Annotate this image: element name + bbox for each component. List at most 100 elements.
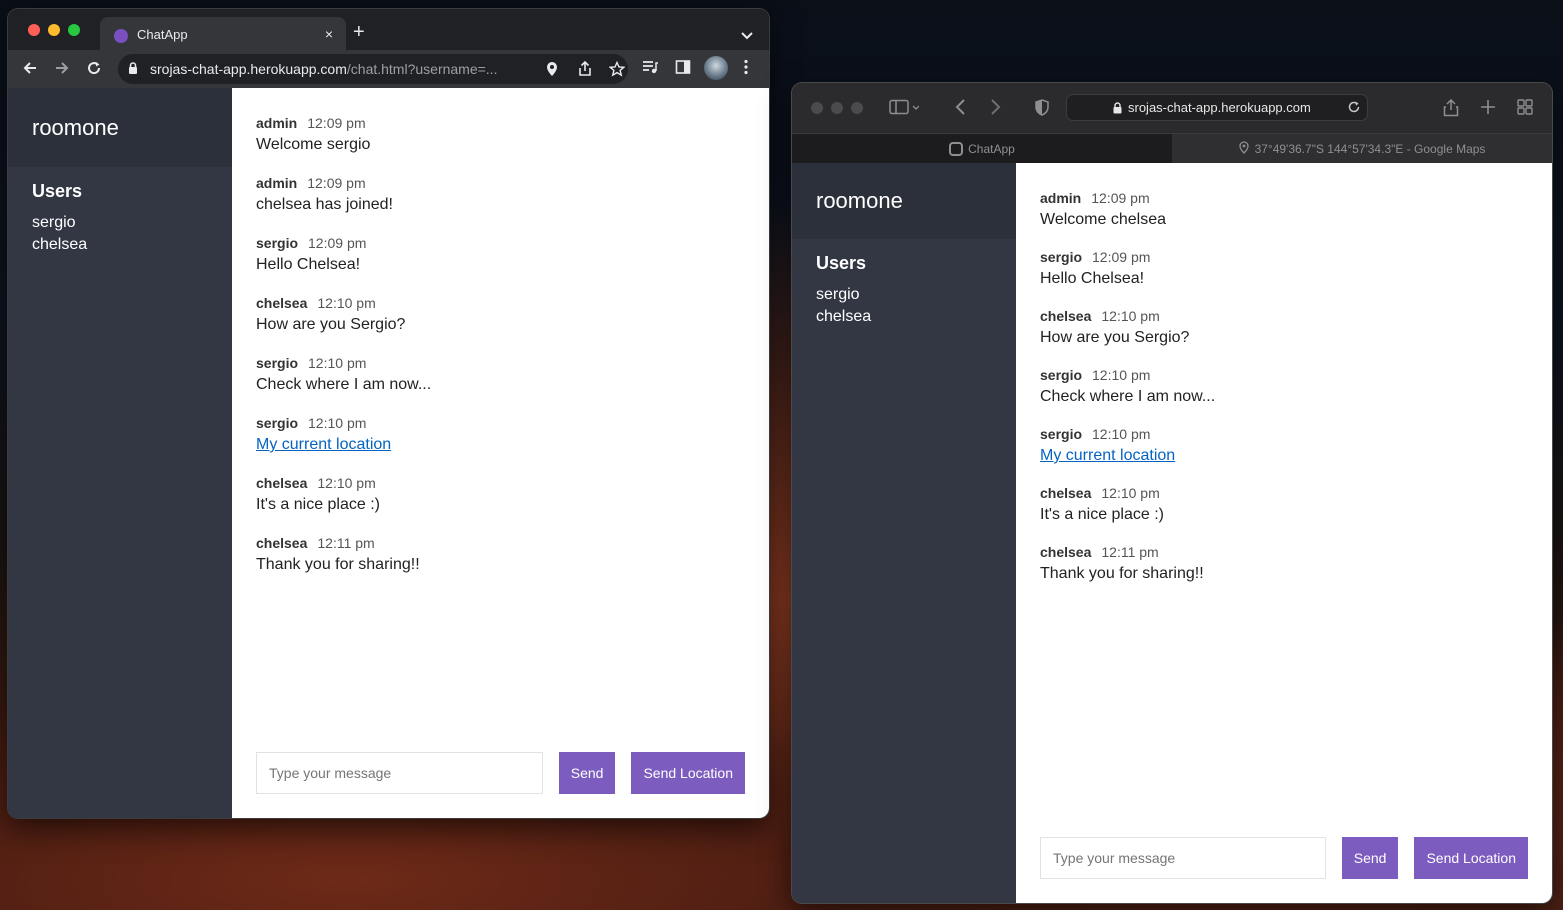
users-heading: Users [816, 253, 867, 273]
message: sergio 12:10 pm Check where I am now... [256, 354, 745, 397]
chevron-down-icon[interactable] [741, 27, 753, 45]
back-chevron-icon[interactable] [955, 99, 967, 120]
bookmark-star-icon[interactable] [608, 60, 626, 82]
message-composer: Send Send Location [1040, 837, 1528, 879]
minimize-window-button[interactable] [831, 102, 843, 114]
url-path: /chat.html?username=... [346, 61, 498, 77]
chat-sidebar: roomone Users sergio chelsea [792, 163, 1016, 903]
message: chelsea 12:11 pm Thank you for sharing!! [1040, 543, 1528, 586]
message: admin 12:09 pm Welcome sergio [256, 114, 745, 157]
close-window-button[interactable] [28, 24, 40, 36]
message-author: chelsea [1040, 308, 1092, 324]
reload-icon[interactable] [1347, 100, 1361, 119]
message-time: 12:10 pm [317, 295, 376, 311]
message-text: Hello Chelsea! [256, 256, 361, 273]
message-author: chelsea [256, 475, 308, 491]
message-time: 12:10 pm [1101, 485, 1160, 501]
messages-list: admin 12:09 pm Welcome sergio admin 12:09 … [232, 88, 769, 577]
send-location-button[interactable]: Send Location [1414, 837, 1528, 879]
share-icon[interactable] [578, 60, 592, 82]
users-heading: Users [32, 181, 83, 201]
message-text: Thank you for sharing!! [256, 556, 420, 573]
chrome-window: ChatApp × + srojas-chat-app.herokuapp.co… [8, 9, 769, 818]
forward-arrow-icon[interactable] [50, 56, 74, 80]
user-item: chelsea [816, 308, 872, 325]
back-arrow-icon[interactable] [18, 56, 42, 80]
messages-list: admin 12:09 pm Welcome chelsea sergio 12:0… [1016, 163, 1552, 586]
send-button[interactable]: Send [558, 752, 616, 794]
message-time: 12:09 pm [1092, 249, 1151, 265]
location-pin-icon[interactable] [546, 61, 558, 82]
message-time: 12:09 pm [308, 235, 367, 251]
address-bar[interactable]: srojas-chat-app.herokuapp.com/chat.html?… [118, 54, 628, 84]
location-pin-icon [1238, 140, 1249, 157]
message-author: admin [256, 115, 298, 131]
safari-tab-chatapp[interactable]: ChatApp [792, 134, 1172, 163]
chat-app: roomone Users sergio chelsea admin 12:09 … [792, 163, 1552, 903]
url-host: srojas-chat-app.herokuapp.com [150, 61, 347, 77]
message-text: It's a nice place :) [1040, 506, 1164, 523]
chrome-toolbar: srojas-chat-app.herokuapp.com/chat.html?… [8, 50, 769, 88]
close-window-button[interactable] [811, 102, 823, 114]
safari-tab-google-maps[interactable]: 37°49'36.7"S 144°57'34.3"E - Google Maps [1172, 134, 1552, 163]
lock-icon [1113, 101, 1122, 119]
media-queue-icon[interactable] [642, 59, 658, 80]
message-text: How are you Sergio? [1040, 329, 1190, 346]
lock-icon [128, 62, 138, 80]
message-time: 12:10 pm [1092, 367, 1151, 383]
message-author: chelsea [256, 535, 308, 551]
message-text: Welcome chelsea [1040, 211, 1166, 228]
message: sergio 12:10 pm My current location [1040, 425, 1528, 468]
message-input[interactable] [256, 752, 543, 794]
location-link[interactable]: My current location [256, 433, 391, 457]
favicon-icon [949, 141, 964, 156]
chat-main: admin 12:09 pm Welcome chelsea sergio 12:0… [1016, 163, 1552, 903]
kebab-menu-icon[interactable] [743, 59, 749, 80]
user-item: sergio [816, 286, 860, 303]
new-tab-plus-icon[interactable] [1480, 99, 1496, 120]
send-location-button[interactable]: Send Location [631, 752, 745, 794]
message-time: 12:10 pm [317, 475, 376, 491]
message-author: sergio [256, 235, 299, 251]
message: chelsea 12:10 pm It's a nice place :) [256, 474, 745, 517]
chrome-page-content: roomone Users sergio chelsea admin 12:09 … [8, 88, 769, 818]
side-panel-icon[interactable] [675, 59, 691, 80]
reload-icon[interactable] [82, 56, 106, 80]
message-time: 12:11 pm [1101, 544, 1159, 560]
address-bar[interactable]: srojas-chat-app.herokuapp.com [1066, 94, 1368, 121]
new-tab-button[interactable]: + [353, 22, 365, 42]
minimize-window-button[interactable] [48, 24, 60, 36]
message: sergio 12:09 pm Hello Chelsea! [256, 234, 745, 277]
maximize-window-button[interactable] [851, 102, 863, 114]
profile-avatar[interactable] [704, 56, 728, 80]
forward-chevron-icon[interactable] [989, 99, 1001, 120]
message-time: 12:10 pm [308, 355, 367, 371]
safari-toolbar: srojas-chat-app.herokuapp.com [792, 83, 1552, 133]
maximize-window-button[interactable] [68, 24, 80, 36]
message-time: 12:09 pm [1091, 190, 1150, 206]
location-link[interactable]: My current location [1040, 444, 1175, 468]
message-author: sergio [256, 415, 299, 431]
message-text: Hello Chelsea! [1040, 270, 1145, 287]
favicon-icon [114, 29, 128, 43]
message-text: It's a nice place :) [256, 496, 380, 513]
users-list: sergio chelsea [8, 202, 232, 256]
chat-app: roomone Users sergio chelsea admin 12:09 … [8, 88, 769, 818]
chat-main: admin 12:09 pm Welcome sergio admin 12:09 … [232, 88, 769, 818]
message-input[interactable] [1040, 837, 1326, 879]
tab-overview-icon[interactable] [1517, 99, 1533, 120]
message: chelsea 12:11 pm Thank you for sharing!! [256, 534, 745, 577]
message-author: sergio [1040, 249, 1083, 265]
message-time: 12:11 pm [317, 535, 375, 551]
chat-sidebar: roomone Users sergio chelsea [8, 88, 232, 818]
message-text: Welcome sergio [256, 136, 371, 153]
message-time: 12:09 pm [307, 115, 366, 131]
tab-close-icon[interactable]: × [320, 25, 338, 43]
message: sergio 12:10 pm Check where I am now... [1040, 366, 1528, 409]
tab-title: 37°49'36.7"S 144°57'34.3"E - Google Maps [1254, 141, 1486, 156]
users-list: sergio chelsea [792, 274, 1016, 328]
privacy-shield-icon[interactable] [1035, 99, 1049, 121]
send-button[interactable]: Send [1341, 837, 1399, 879]
share-icon[interactable] [1443, 98, 1459, 122]
sidebar-toggle-icon[interactable] [889, 99, 920, 120]
